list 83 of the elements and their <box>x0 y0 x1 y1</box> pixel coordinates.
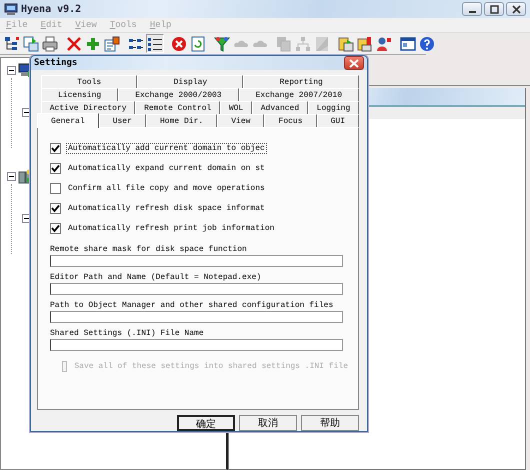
maximize-button[interactable] <box>484 2 504 16</box>
input-field[interactable] <box>50 311 343 323</box>
tab[interactable]: Tools <box>41 75 138 88</box>
tab[interactable]: Display <box>137 75 244 88</box>
checkbox[interactable] <box>50 222 61 234</box>
maximize-icon <box>490 4 498 14</box>
help-icon <box>419 36 435 52</box>
tab[interactable]: General <box>37 113 99 128</box>
close-icon <box>512 4 520 14</box>
delete-icon <box>66 36 82 52</box>
refresh-tool-button[interactable] <box>189 34 207 53</box>
copy-icon <box>276 36 292 52</box>
details-icon <box>147 36 163 52</box>
field-label: Shared Settings (.INI) File Name <box>50 329 205 338</box>
tab[interactable]: WOL <box>220 101 252 114</box>
serveralert-icon <box>357 36 373 52</box>
filter-tool-button[interactable] <box>213 34 231 53</box>
minimize-icon <box>468 10 476 12</box>
option-label: Automatically add current domain to objec <box>66 142 267 154</box>
hierarchy-icon <box>295 36 311 52</box>
expand-toggle[interactable] <box>7 172 16 180</box>
dialog-button[interactable]: 取消 <box>239 415 297 431</box>
tab[interactable]: Logging <box>308 101 360 114</box>
help-tool-button[interactable] <box>418 34 436 53</box>
close-icon <box>349 58 359 68</box>
properties-icon <box>104 36 120 52</box>
tab[interactable]: Licensing <box>41 88 118 101</box>
expand-toggle[interactable] <box>22 214 31 222</box>
window-icon <box>400 36 416 52</box>
tab[interactable]: Focus <box>264 114 317 127</box>
move-tool-button[interactable] <box>22 34 40 53</box>
option-label: Automatically refresh print job information <box>67 222 276 234</box>
dialog-button[interactable]: 帮助 <box>301 415 359 431</box>
tree-tool-button[interactable] <box>3 34 21 53</box>
page-icon <box>314 36 330 52</box>
filter-icon <box>214 36 230 52</box>
option-label: Automatically expand current domain on st <box>67 162 266 174</box>
print-icon <box>42 36 58 52</box>
field-label: Path to Object Manager and other shared configuration files <box>50 301 334 310</box>
tab[interactable]: User <box>98 114 146 127</box>
checkbox[interactable] <box>50 162 61 174</box>
refresh-icon <box>190 36 206 52</box>
tab[interactable]: View <box>217 114 264 127</box>
window-title: Hyena v9.2 <box>21 4 82 14</box>
close-button[interactable] <box>344 56 364 70</box>
tab[interactable]: Remote Control <box>135 101 220 114</box>
add-icon <box>85 36 101 52</box>
field-label: Remote share mask for disk space function <box>50 245 248 254</box>
dialog-button[interactable]: 确定 <box>177 415 235 431</box>
tab[interactable]: Active Directory <box>41 101 136 114</box>
stop-tool-button[interactable] <box>170 34 188 53</box>
input-field[interactable] <box>50 283 343 295</box>
close-button[interactable] <box>506 2 526 16</box>
checkbox[interactable] <box>50 182 61 194</box>
move-icon <box>23 36 39 52</box>
input-field[interactable] <box>50 339 343 351</box>
option-label: Save all of these settings into shared settings .INI file <box>73 360 349 372</box>
details-tool-button[interactable] <box>146 34 164 53</box>
delete-tool-button[interactable] <box>65 34 83 53</box>
tree-icon <box>4 36 20 52</box>
tab[interactable]: Exchange 2007/2010 <box>238 88 360 101</box>
checkbox[interactable] <box>50 142 61 154</box>
tab[interactable]: Advanced <box>252 101 308 114</box>
stop-icon <box>171 36 187 52</box>
tab[interactable]: Reporting <box>243 75 360 88</box>
server-icon <box>338 36 354 52</box>
input-field[interactable] <box>50 255 343 267</box>
expand-toggle[interactable] <box>22 108 31 116</box>
option-label: Automatically refresh disk space informat <box>67 202 266 214</box>
checkbox[interactable] <box>50 202 61 214</box>
dialog-title: Settings <box>34 58 78 68</box>
user-icon <box>376 36 392 52</box>
tab[interactable]: GUI <box>316 114 360 127</box>
serveralert-tool-button[interactable] <box>356 34 374 53</box>
properties-tool-button[interactable] <box>103 34 121 53</box>
field-label: Editor Path and Name (Default = Notepad.exe) <box>50 273 262 282</box>
minimize-button[interactable] <box>462 2 482 16</box>
expand-toggle[interactable] <box>7 66 16 74</box>
tab[interactable]: Exchange 2000/2003 <box>118 88 239 101</box>
option-label: Confirm all file copy and move operations <box>67 182 266 194</box>
print-tool-button[interactable] <box>41 34 59 53</box>
computer-icon <box>4 2 18 16</box>
tab[interactable]: Home Dir. <box>146 114 218 127</box>
